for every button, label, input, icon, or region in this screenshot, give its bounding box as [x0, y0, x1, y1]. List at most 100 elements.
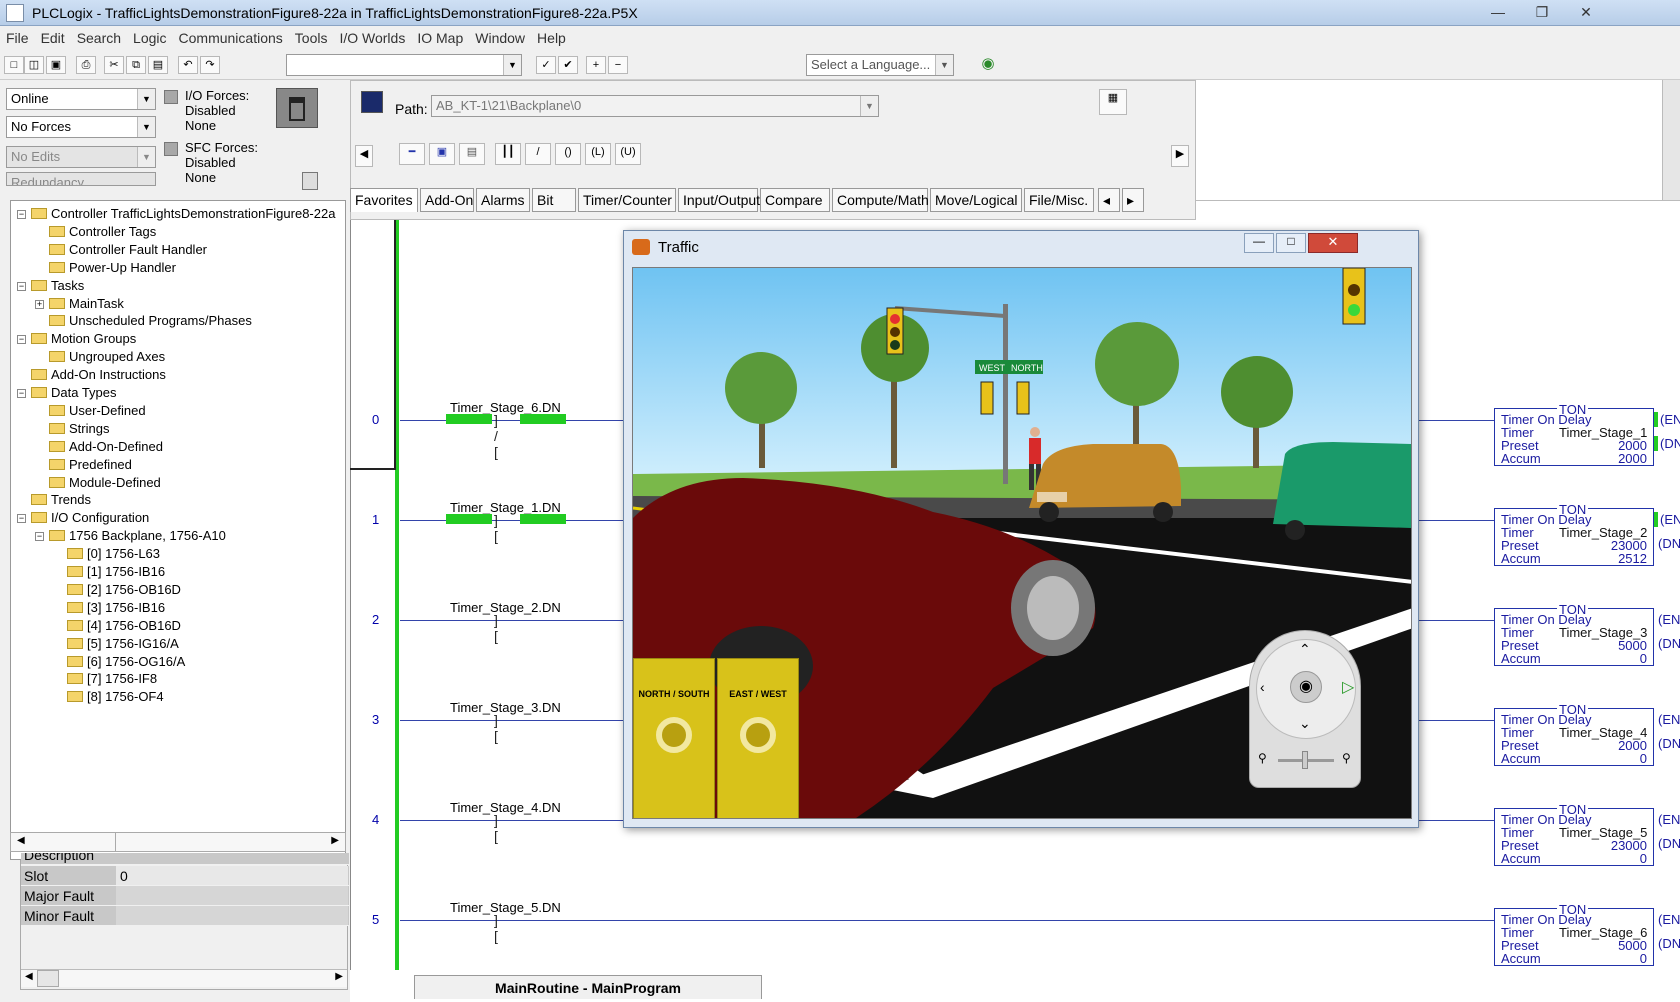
- tree-node[interactable]: Data Types: [31, 384, 117, 402]
- forces-select[interactable]: No Forces ▼: [6, 116, 156, 138]
- tree-node[interactable]: Predefined: [49, 456, 132, 474]
- rung-icon[interactable]: ━: [399, 143, 425, 165]
- ton-instruction[interactable]: TON Timer On Delay Timer Timer_Stage_1 Prese…: [1494, 403, 1654, 466]
- ton-instruction[interactable]: TON Timer On Delay Timer Timer_Stage_6 Prese…: [1494, 903, 1654, 966]
- xio-icon[interactable]: /: [525, 143, 551, 165]
- ton-instruction[interactable]: TON Timer On Delay Timer Timer_Stage_5 Prese…: [1494, 803, 1654, 866]
- tree-node[interactable]: [3] 1756-IB16: [67, 599, 165, 617]
- menu-edit[interactable]: Edit: [35, 26, 71, 46]
- tree-node[interactable]: Controller TrafficLightsDemonstrationFig…: [31, 205, 335, 223]
- path-input[interactable]: AB_KT-1\21\Backplane\0 ▼: [431, 95, 879, 117]
- palette-tab[interactable]: Favorites: [350, 188, 418, 212]
- paste-icon[interactable]: ▤: [148, 56, 168, 74]
- camera-up-icon[interactable]: ⌃: [1299, 641, 1311, 658]
- tree-node[interactable]: Add-On Instructions: [31, 366, 166, 384]
- props-hscrollbar[interactable]: ◀ ▶: [21, 969, 347, 987]
- xio-contact-icon[interactable]: ] [: [494, 512, 506, 544]
- traffic-minimize-button[interactable]: —: [1244, 233, 1274, 253]
- open-folder-icon[interactable]: ◫: [24, 56, 44, 74]
- tree-node[interactable]: [7] 1756-IF8: [67, 670, 157, 688]
- palette-right-arrow[interactable]: ▶: [1171, 145, 1189, 167]
- palette-tab[interactable]: Timer/Counter: [578, 188, 676, 212]
- minimize-button[interactable]: —: [1478, 2, 1518, 22]
- tree-node[interactable]: Controller Tags: [49, 223, 156, 241]
- tree-node[interactable]: Motion Groups: [31, 330, 136, 348]
- tree-node[interactable]: MainTask: [49, 295, 124, 313]
- mode-select[interactable]: Online ▼: [6, 88, 156, 110]
- undo-icon[interactable]: ↶: [178, 56, 198, 74]
- tree-node[interactable]: [4] 1756-OB16D: [67, 617, 181, 635]
- branch-level-icon[interactable]: ▤: [459, 143, 485, 165]
- palette-tab[interactable]: Compare: [760, 188, 830, 212]
- palette-tab[interactable]: Alarms: [476, 188, 530, 212]
- redo-icon[interactable]: ↷: [200, 56, 220, 74]
- print-icon[interactable]: ⎙: [76, 56, 96, 74]
- branch-icon[interactable]: ▣: [429, 143, 455, 165]
- tree-expand-icon[interactable]: −: [17, 389, 26, 398]
- zoom-in-icon[interactable]: +: [586, 56, 606, 74]
- tree-expand-icon[interactable]: −: [17, 210, 26, 219]
- palette-tab[interactable]: File/Misc.: [1024, 188, 1094, 212]
- xio-contact-icon[interactable]: ] [: [494, 912, 506, 944]
- language-select[interactable]: Select a Language... ▼: [806, 54, 954, 76]
- tree-node[interactable]: I/O Configuration: [31, 509, 149, 527]
- zoom-out-icon[interactable]: −: [608, 56, 628, 74]
- tree-node[interactable]: [5] 1756-IG16/A: [67, 635, 179, 653]
- zoom-slider-thumb[interactable]: [1302, 751, 1308, 769]
- camera-left-icon[interactable]: ‹: [1260, 679, 1265, 695]
- menu-tools[interactable]: Tools: [289, 26, 334, 46]
- tree-expand-icon[interactable]: −: [35, 532, 44, 542]
- north-south-button[interactable]: NORTH / SOUTH: [633, 658, 715, 818]
- verify-all-icon[interactable]: ✔: [558, 56, 578, 74]
- cut-icon[interactable]: ✂: [104, 56, 124, 74]
- verify-icon[interactable]: ✓: [536, 56, 556, 74]
- globe-icon[interactable]: ◉: [978, 56, 998, 74]
- editor-vscrollbar[interactable]: [1662, 80, 1680, 200]
- tree-node[interactable]: [2] 1756-OB16D: [67, 581, 181, 599]
- routine-combo[interactable]: ▼: [286, 54, 522, 76]
- palette-tab[interactable]: Bit: [532, 188, 576, 212]
- tree-expand-icon[interactable]: −: [17, 335, 26, 345]
- zoom-in-camera-icon[interactable]: ⚲: [1342, 751, 1351, 765]
- tree-node[interactable]: [8] 1756-OF4: [67, 688, 164, 706]
- tree-node[interactable]: Controller Fault Handler: [49, 241, 207, 259]
- xio-contact-icon[interactable]: ] [: [494, 712, 506, 744]
- tree-expand-icon[interactable]: −: [17, 281, 26, 291]
- routine-tab[interactable]: MainRoutine - MainProgram: [414, 975, 762, 999]
- tree-expand-icon[interactable]: −: [17, 514, 26, 524]
- palette-tab[interactable]: Input/Output: [678, 188, 760, 212]
- xio-contact-icon[interactable]: ] [: [494, 812, 506, 844]
- tree-node[interactable]: Trends: [31, 491, 91, 509]
- 3d-scene[interactable]: WEST NORTH NORTH / SOUTH EAST / WEST ⌃ ‹…: [632, 267, 1412, 819]
- menu-io-map[interactable]: IO Map: [411, 26, 469, 46]
- save-icon[interactable]: ▣: [46, 56, 66, 74]
- camera-down-icon[interactable]: ⌄: [1299, 715, 1311, 732]
- tree-hscrollbar[interactable]: ◀ ▶: [10, 832, 346, 852]
- xic-icon[interactable]: ┃┃: [495, 143, 521, 165]
- menu-communications[interactable]: Communications: [173, 26, 289, 46]
- menu-logic[interactable]: Logic: [127, 26, 172, 46]
- contact-tag[interactable]: Timer_Stage_6.DN: [450, 400, 561, 415]
- tree-node[interactable]: [1] 1756-IB16: [67, 563, 165, 581]
- tree-node[interactable]: [0] 1756-L63: [67, 545, 160, 563]
- ote-icon[interactable]: (): [555, 143, 581, 165]
- otu-icon[interactable]: (U): [615, 143, 641, 165]
- palette-left-arrow[interactable]: ◀: [355, 145, 373, 167]
- tree-node[interactable]: Ungrouped Axes: [49, 348, 165, 366]
- tab-scroll-left-icon[interactable]: ◂: [1098, 188, 1120, 212]
- tree-node[interactable]: 1756 Backplane, 1756-A10: [49, 527, 226, 545]
- menu-file[interactable]: File: [0, 26, 35, 46]
- ton-instruction[interactable]: TON Timer On Delay Timer Timer_Stage_3 Prese…: [1494, 603, 1654, 666]
- tree-node[interactable]: User-Defined: [49, 402, 146, 420]
- tree-node[interactable]: Strings: [49, 420, 109, 438]
- zoom-out-camera-icon[interactable]: ⚲: [1258, 751, 1267, 765]
- tree-node[interactable]: Module-Defined: [49, 474, 161, 492]
- ton-instruction[interactable]: TON Timer On Delay Timer Timer_Stage_4 Prese…: [1494, 703, 1654, 766]
- menu-help[interactable]: Help: [531, 26, 572, 46]
- east-west-button[interactable]: EAST / WEST: [717, 658, 799, 818]
- who-active-icon[interactable]: ▦: [1099, 89, 1127, 115]
- traffic-close-button[interactable]: ✕: [1308, 233, 1358, 253]
- tree-expand-icon[interactable]: +: [35, 299, 44, 309]
- palette-tab[interactable]: Compute/Math: [832, 188, 929, 212]
- copy-icon[interactable]: ⧉: [126, 56, 146, 74]
